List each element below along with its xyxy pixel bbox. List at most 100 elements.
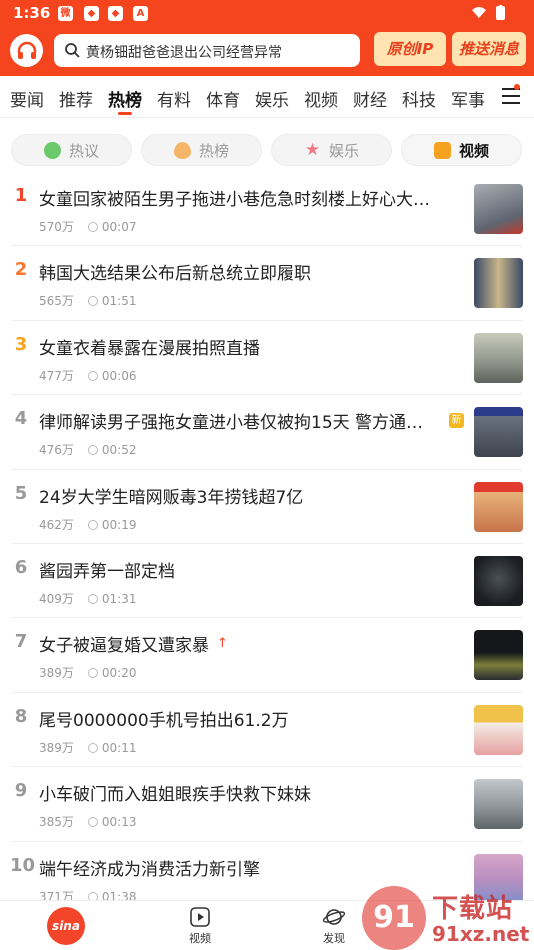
channel-tab-junshi[interactable]: 军事 [451, 86, 485, 111]
app-notification-icon-2: ◆ [108, 6, 123, 21]
sina-home-button[interactable]: sina [47, 907, 85, 945]
video-thumbnail[interactable] [474, 704, 523, 755]
channel-tab-tiyu[interactable]: 体育 [206, 86, 240, 111]
item-meta: 570万 00:07 [39, 218, 137, 235]
video-thumbnail[interactable] [474, 258, 523, 309]
nav-video-label: 视频 [189, 932, 211, 945]
channel-tab-rebang[interactable]: 热榜 [108, 86, 142, 111]
wifi-battery-icon [472, 5, 505, 20]
list-item[interactable]: 4 律师解读男子强拖女童进小巷仅被拘15天 警方通报… 新 476万 00:52 [0, 395, 534, 470]
nav-video[interactable]: 视频 [170, 906, 230, 946]
item-title: 端午经济成为消费活力新引擎 [39, 859, 260, 880]
list-item[interactable]: 1 女童回家被陌生男子拖进小巷危急时刻楼上好心大叔制… 570万 00:07 [0, 172, 534, 247]
video-thumbnail[interactable] [474, 184, 523, 234]
list-item[interactable]: 8 尾号0000000手机号拍出61.2万 389万 00:11 [0, 693, 534, 768]
nav-discover[interactable]: 发现 [304, 906, 364, 946]
view-count: 476万 [39, 443, 74, 458]
headphone-avatar-button[interactable] [10, 34, 43, 67]
video-icon [190, 907, 210, 927]
view-count: 477万 [39, 368, 74, 383]
hot-video-list: 1 女童回家被陌生男子拖进小巷危急时刻楼上好心大叔制… 570万 00:07 2 … [0, 172, 534, 916]
trending-up-icon: ↑ [217, 636, 228, 652]
play-icon [87, 817, 98, 828]
sub-tab-reyi[interactable]: 热议 [11, 134, 132, 166]
video-thumbnail[interactable] [474, 555, 523, 606]
weibo-notification-icon: 微 [58, 6, 73, 21]
channel-tab-yule[interactable]: 娱乐 [255, 86, 289, 111]
search-hot-query: 黄杨钿甜爸爸退出公司经营异常 [86, 45, 282, 61]
video-play-icon [433, 141, 451, 159]
menu-notification-dot [514, 84, 520, 90]
channel-tab-yaowen[interactable]: 要闻 [10, 86, 44, 111]
status-time: 1:36 [13, 4, 51, 22]
play-icon [87, 296, 98, 307]
sub-tab-label: 视频 [458, 141, 489, 160]
view-count: 462万 [39, 517, 74, 532]
list-item[interactable]: 6 酱园弄第一部定档 409万 01:31 [0, 544, 534, 619]
star-icon: ★ [304, 139, 321, 160]
sub-tab-shipin[interactable]: 视频 [401, 134, 522, 166]
view-count: 389万 [39, 740, 74, 755]
channel-tab-keji[interactable]: 科技 [402, 86, 436, 111]
video-thumbnail[interactable] [474, 332, 523, 383]
push-message-banner[interactable]: 推送消息 [452, 32, 526, 66]
status-right-icons [470, 5, 518, 25]
item-meta: 565万 01:51 [39, 292, 137, 309]
nav-discover-label: 发现 [323, 932, 345, 945]
watermark-logo: 91 [362, 886, 426, 950]
play-icon [87, 222, 98, 232]
search-bar[interactable]: 黄杨钿甜爸爸退出公司经营异常 [54, 34, 360, 67]
play-icon [87, 668, 98, 679]
play-icon [87, 445, 98, 456]
channel-tab-youliao[interactable]: 有料 [157, 86, 191, 111]
menu-icon[interactable] [502, 88, 520, 109]
headphone-icon [17, 41, 36, 59]
planet-icon [322, 909, 346, 925]
sub-tab-rebang[interactable]: 热榜 [141, 134, 262, 166]
item-meta: 389万 00:11 [39, 739, 137, 756]
list-item[interactable]: 5 24岁大学生暗网贩毒3年捞钱超7亿 462万 00:19 [0, 470, 534, 544]
channel-tabs: 要闻 推荐 热榜 有料 体育 娱乐 视频 财经 科技 军事 [0, 76, 534, 118]
list-item[interactable]: 9 小车破门而入姐姐眼疾手快救下妹妹 385万 00:13 [0, 767, 534, 842]
original-ip-banner[interactable]: 原创IP [374, 32, 446, 66]
video-thumbnail[interactable] [474, 481, 523, 532]
channel-tab-shipin[interactable]: 视频 [304, 86, 338, 111]
duration: 01:31 [101, 591, 137, 606]
status-bar: 1:36 微 ◆ ◆ A [0, 0, 534, 28]
rank-number: 3 [14, 333, 28, 355]
channel-tab-caijing[interactable]: 财经 [353, 86, 387, 111]
view-count: 570万 [39, 220, 74, 234]
rank-number: 8 [14, 705, 28, 727]
a-notification-icon: A [133, 6, 148, 21]
list-item[interactable]: 2 韩国大选结果公布后新总统立即履职 565万 01:51 [0, 246, 534, 321]
watermark-title: 下载站 [432, 894, 514, 924]
list-item[interactable]: 7 女子被逼复婚又遭家暴 ↑ 389万 00:20 [0, 618, 534, 693]
view-count: 385万 [39, 815, 74, 830]
duration: 00:20 [101, 666, 137, 681]
rank-number: 7 [14, 631, 28, 653]
item-meta: 462万 00:19 [39, 516, 137, 533]
watermark-url: 91xz.net [432, 922, 530, 946]
video-thumbnail[interactable] [474, 630, 523, 681]
sub-tab-label: 热议 [68, 141, 99, 160]
video-thumbnail[interactable] [474, 407, 523, 458]
search-icon [65, 43, 80, 58]
play-icon [87, 370, 98, 381]
channel-tab-tuijian[interactable]: 推荐 [59, 86, 93, 111]
sub-tab-yule[interactable]: ★ 娱乐 [271, 134, 392, 166]
item-meta: 477万 00:06 [39, 367, 137, 384]
list-item[interactable]: 3 女童衣着暴露在漫展拍照直播 477万 00:06 [0, 321, 534, 396]
video-thumbnail[interactable] [474, 779, 523, 830]
chat-bubble-icon [43, 141, 61, 159]
item-title: 24岁大学生暗网贩毒3年捞钱超7亿 [39, 487, 304, 508]
rank-number: 6 [14, 556, 28, 578]
item-title: 女子被逼复婚又遭家暴 ↑ [39, 636, 228, 657]
item-title: 女童衣着暴露在漫展拍照直播 [39, 338, 260, 359]
new-badge: 新 [449, 413, 464, 429]
play-icon [87, 742, 98, 753]
item-title: 律师解读男子强拖女童进小巷仅被拘15天 警方通报… 新 [39, 408, 465, 433]
duration: 01:51 [101, 294, 137, 309]
rank-number: 2 [14, 259, 28, 281]
active-channel-indicator [118, 112, 132, 115]
rank-number: 5 [14, 482, 28, 504]
